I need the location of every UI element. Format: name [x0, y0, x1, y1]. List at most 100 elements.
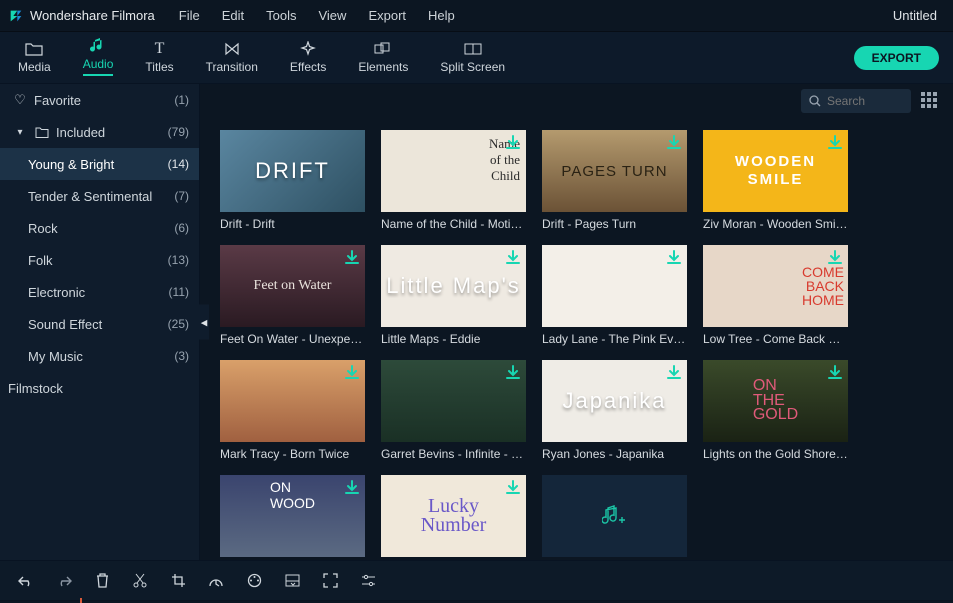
tab-effects[interactable]: Effects — [290, 40, 326, 76]
tab-titles[interactable]: T Titles — [145, 40, 173, 76]
split-icon — [464, 40, 482, 58]
audio-card[interactable]: COMEBACKHOMELow Tree - Come Back H… — [703, 245, 848, 346]
audio-card[interactable]: ONWOOD — [220, 475, 365, 557]
audio-thumbnail: WOODENSMILE — [703, 130, 848, 212]
menu-view[interactable]: View — [318, 8, 346, 23]
add-audio-card[interactable] — [542, 475, 687, 557]
favorite-count: (1) — [174, 93, 189, 107]
fit-icon[interactable] — [322, 573, 338, 589]
tab-transition[interactable]: Transition — [206, 40, 258, 76]
download-icon — [343, 249, 361, 267]
tab-media[interactable]: Media — [18, 40, 51, 76]
sidebar-included[interactable]: ▾ Included (79) — [0, 116, 199, 148]
audio-caption: Lady Lane - The Pink Eve… — [542, 332, 687, 346]
download-icon — [665, 364, 683, 382]
heart-icon: ♡ — [12, 92, 28, 108]
tab-label: Transition — [206, 60, 258, 74]
redo-icon[interactable] — [56, 573, 72, 589]
audio-thumbnail: Japanika — [542, 360, 687, 442]
undo-icon[interactable] — [18, 573, 34, 589]
audio-card[interactable]: WOODENSMILEZiv Moran - Wooden Smi… — [703, 130, 848, 231]
tool-tabs: Media Audio T Titles Transition Effects … — [0, 32, 953, 84]
sidebar-category[interactable]: Folk(13) — [0, 244, 199, 276]
download-icon — [665, 134, 683, 152]
audio-card[interactable]: Mark Tracy - Born Twice — [220, 360, 365, 461]
audio-card[interactable]: DRIFTDrift - Drift — [220, 130, 365, 231]
audio-thumbnail: COMEBACKHOME — [703, 245, 848, 327]
speed-icon[interactable] — [208, 573, 224, 589]
audio-caption: Feet On Water - Unexpec… — [220, 332, 365, 346]
audio-thumbnail: LuckyNumber — [381, 475, 526, 557]
add-music-icon — [602, 505, 628, 527]
audio-card[interactable]: Nameof theChild Name of the Child - Moti… — [381, 130, 526, 231]
menu-export[interactable]: Export — [368, 8, 406, 23]
menu-edit[interactable]: Edit — [222, 8, 244, 23]
cut-icon[interactable] — [132, 573, 148, 589]
freeze-frame-icon[interactable] — [284, 573, 300, 589]
category-count: (3) — [174, 349, 189, 363]
sidebar-category[interactable]: Tender & Sentimental(7) — [0, 180, 199, 212]
chevron-down-icon: ▾ — [12, 127, 28, 138]
sidebar-filmstock[interactable]: Filmstock — [0, 372, 199, 404]
crop-icon[interactable] — [170, 573, 186, 589]
category-label: Young & Bright — [28, 157, 168, 172]
sidebar-category[interactable]: Rock(6) — [0, 212, 199, 244]
audio-thumbnail — [542, 245, 687, 327]
menu-file[interactable]: File — [179, 8, 200, 23]
sidebar-category[interactable]: Electronic(11) — [0, 276, 199, 308]
tab-split-screen[interactable]: Split Screen — [440, 40, 505, 76]
category-label: Tender & Sentimental — [28, 189, 174, 204]
app-logo: Wondershare Filmora — [8, 8, 155, 24]
menu-items: File Edit Tools View Export Help — [179, 8, 455, 23]
included-label: Included — [56, 125, 168, 140]
search-box[interactable] — [801, 89, 911, 113]
audio-card[interactable]: ONTHEGOLDLights on the Gold Shore … — [703, 360, 848, 461]
download-icon — [343, 364, 361, 382]
audio-card[interactable]: PAGES TURNDrift - Pages Turn — [542, 130, 687, 231]
audio-card[interactable]: Feet on WaterFeet On Water - Unexpec… — [220, 245, 365, 346]
sidebar-collapse-handle[interactable]: ◂ — [199, 305, 209, 340]
audio-card[interactable]: Little Map'sLittle Maps - Eddie — [381, 245, 526, 346]
category-count: (25) — [168, 317, 189, 331]
text-icon: T — [155, 40, 165, 58]
tab-label: Audio — [83, 57, 114, 71]
audio-caption: Mark Tracy - Born Twice — [220, 447, 365, 461]
audio-caption: Drift - Drift — [220, 217, 365, 231]
folder-icon — [25, 40, 43, 58]
audio-thumbnail: Nameof theChild — [381, 130, 526, 212]
audio-caption: Ryan Jones - Japanika — [542, 447, 687, 461]
download-icon — [504, 364, 522, 382]
export-button[interactable]: EXPORT — [854, 46, 939, 70]
sidebar-category[interactable]: Young & Bright(14) — [0, 148, 199, 180]
tab-audio[interactable]: Audio — [83, 37, 114, 78]
search-input[interactable] — [827, 94, 903, 108]
menu-help[interactable]: Help — [428, 8, 455, 23]
view-grid-toggle[interactable] — [921, 92, 939, 110]
tab-elements[interactable]: Elements — [358, 40, 408, 76]
delete-icon[interactable] — [94, 573, 110, 589]
sidebar-category[interactable]: Sound Effect(25) — [0, 308, 199, 340]
color-icon[interactable] — [246, 573, 262, 589]
audio-thumbnail — [381, 360, 526, 442]
audio-card[interactable]: LuckyNumber — [381, 475, 526, 557]
audio-thumbnail — [220, 360, 365, 442]
category-count: (13) — [168, 253, 189, 267]
category-label: Electronic — [28, 285, 169, 300]
sidebar-category[interactable]: My Music(3) — [0, 340, 199, 372]
audio-caption: Name of the Child - Moti… — [381, 217, 526, 231]
music-note-icon — [90, 37, 106, 55]
download-icon — [665, 249, 683, 267]
audio-card[interactable]: Garret Bevins - Infinite - S… — [381, 360, 526, 461]
audio-card[interactable]: Japanika Ryan Jones - Japanika — [542, 360, 687, 461]
audio-thumbnail: Little Map's — [381, 245, 526, 327]
audio-card[interactable]: Lady Lane - The Pink Eve… — [542, 245, 687, 346]
sidebar-favorite[interactable]: ♡ Favorite (1) — [0, 84, 199, 116]
menu-tools[interactable]: Tools — [266, 8, 296, 23]
filmora-logo-icon — [8, 8, 24, 24]
audio-caption: Drift - Pages Turn — [542, 217, 687, 231]
category-label: Sound Effect — [28, 317, 168, 332]
download-icon — [343, 479, 361, 497]
settings-icon[interactable] — [360, 573, 376, 589]
sidebar: ♡ Favorite (1) ▾ Included (79) Young & B… — [0, 84, 200, 560]
download-icon — [826, 134, 844, 152]
